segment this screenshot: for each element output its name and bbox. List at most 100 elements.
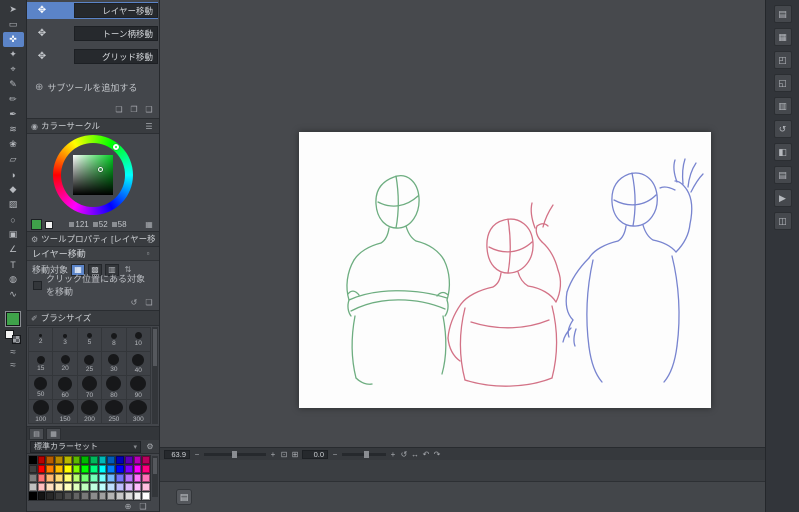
subtool-item[interactable]: ✥ グリッド移動: [27, 48, 158, 65]
color-swatch[interactable]: [124, 465, 133, 473]
rotation-slider-thumb[interactable]: [364, 450, 369, 458]
color-swatch[interactable]: [116, 465, 124, 473]
color-swatch[interactable]: [133, 483, 142, 491]
rotate-right-icon[interactable]: +: [389, 450, 397, 459]
color-swatch[interactable]: [63, 465, 72, 473]
click-target-checkbox[interactable]: [33, 280, 42, 290]
color-swatch[interactable]: [124, 456, 133, 464]
brush-size-cell[interactable]: 40: [126, 352, 150, 375]
color-swatch[interactable]: [63, 483, 72, 491]
navigator-panel-icon[interactable]: ◰: [773, 51, 792, 69]
color-swatch[interactable]: [98, 492, 107, 500]
brush-size-cell[interactable]: 15: [29, 352, 53, 375]
brush-size-cell[interactable]: 3: [53, 328, 77, 351]
reset-settings-icon[interactable]: ↺: [128, 297, 140, 308]
color-swatch[interactable]: [107, 465, 116, 473]
reset-rotation-icon[interactable]: ↺: [400, 450, 408, 459]
color-set-tab-1[interactable]: ▤: [29, 428, 44, 440]
color-swatch[interactable]: [124, 474, 133, 482]
brush-size-cell[interactable]: 90: [126, 376, 150, 399]
figure-tool-icon[interactable]: ○: [3, 212, 24, 227]
pen-tool-icon[interactable]: ✎: [3, 77, 24, 92]
pencil-tool-icon[interactable]: ✏: [3, 92, 24, 107]
color-swatch[interactable]: [107, 474, 116, 482]
history-panel-icon[interactable]: ↺: [773, 120, 792, 138]
transparent-color-swatch[interactable]: [12, 335, 21, 344]
subtool-item[interactable]: ✥ レイヤー移動: [27, 2, 158, 19]
color-swatch[interactable]: [124, 492, 133, 500]
text-tool-icon[interactable]: T: [3, 257, 24, 272]
color-swatch[interactable]: [142, 456, 150, 464]
color-swatch[interactable]: [72, 483, 81, 491]
color-swatch[interactable]: [46, 483, 55, 491]
brush-size-cell[interactable]: 70: [77, 376, 102, 399]
brush-size-cell[interactable]: 8: [102, 328, 126, 351]
background-color-swatch[interactable]: [45, 220, 53, 229]
wave2-icon[interactable]: ≈: [10, 361, 16, 371]
material-panel-icon[interactable]: ▦: [773, 28, 792, 46]
fill-tool-icon[interactable]: ◆: [3, 182, 24, 197]
add-color-icon[interactable]: ⊕: [122, 501, 134, 511]
layer-property-panel-icon[interactable]: ◧: [773, 143, 792, 161]
color-swatch[interactable]: [81, 492, 89, 500]
selection-tool-icon[interactable]: ▭: [3, 17, 24, 32]
color-swatch[interactable]: [46, 492, 55, 500]
color-swatch[interactable]: [90, 492, 98, 500]
foreground-color-swatch[interactable]: [31, 219, 42, 230]
color-swatch[interactable]: [81, 465, 89, 473]
wave-icon[interactable]: ≈: [10, 348, 16, 358]
flip-horizontal-icon[interactable]: ↔: [411, 450, 419, 459]
color-swatch[interactable]: [63, 492, 72, 500]
color-swatch[interactable]: [133, 492, 142, 500]
color-swatch[interactable]: [55, 474, 63, 482]
brush-size-cell[interactable]: 300: [126, 400, 150, 423]
color-swatch[interactable]: [55, 483, 63, 491]
duplicate-subtool-icon[interactable]: ❐: [128, 104, 140, 115]
color-swatch[interactable]: [90, 456, 98, 464]
frame-border-tool-icon[interactable]: ▣: [3, 227, 24, 242]
color-swatch[interactable]: [98, 474, 107, 482]
brush-size-cell[interactable]: 50: [29, 376, 53, 399]
blend-tool-icon[interactable]: ◑: [3, 167, 24, 182]
auto-select-tool-icon[interactable]: ✦: [3, 47, 24, 62]
color-swatch[interactable]: [72, 465, 81, 473]
color-swatch[interactable]: [37, 456, 46, 464]
color-swatch[interactable]: [29, 483, 37, 491]
sv-marker[interactable]: [98, 167, 103, 172]
color-swatch[interactable]: [63, 474, 72, 482]
color-swatch[interactable]: [124, 483, 133, 491]
gradient-tool-icon[interactable]: ▨: [3, 197, 24, 212]
brush-size-cell[interactable]: 200: [77, 400, 102, 423]
timeline-panel-icon[interactable]: ◫: [773, 212, 792, 230]
color-swatch[interactable]: [142, 474, 150, 482]
balloon-tool-icon[interactable]: ◍: [3, 272, 24, 287]
zoom-value[interactable]: 63.9: [164, 449, 190, 459]
information-panel-icon[interactable]: ▥: [773, 97, 792, 115]
color-swatch[interactable]: [116, 456, 124, 464]
color-swatch[interactable]: [116, 474, 124, 482]
edit-color-set-icon[interactable]: ⚙: [144, 441, 156, 452]
color-swatch[interactable]: [81, 456, 89, 464]
color-swatch[interactable]: [37, 483, 46, 491]
color-swatch[interactable]: [37, 474, 46, 482]
brush-size-cell[interactable]: 150: [53, 400, 77, 423]
brush-size-cell[interactable]: 20: [53, 352, 77, 375]
redo-icon[interactable]: ↷: [433, 450, 441, 459]
register-settings-icon[interactable]: ❏: [143, 297, 155, 308]
color-grid-icon[interactable]: ▦: [143, 219, 155, 230]
color-swatch[interactable]: [133, 474, 142, 482]
color-swatch[interactable]: [81, 483, 89, 491]
brush-size-cell[interactable]: 5: [77, 328, 102, 351]
color-swatch[interactable]: [133, 465, 142, 473]
color-swatch[interactable]: [98, 456, 107, 464]
color-swatch[interactable]: [29, 465, 37, 473]
delete-subtool-icon[interactable]: ❑: [143, 104, 155, 115]
brush-size-cell[interactable]: 250: [102, 400, 126, 423]
color-set-tab-2[interactable]: ▦: [46, 428, 61, 440]
rotation-value[interactable]: 0.0: [302, 449, 328, 459]
color-swatch[interactable]: [142, 483, 150, 491]
color-swatch[interactable]: [72, 474, 81, 482]
color-swatch[interactable]: [98, 483, 107, 491]
decoration-tool-icon[interactable]: ❀: [3, 137, 24, 152]
eraser-tool-icon[interactable]: ▱: [3, 152, 24, 167]
